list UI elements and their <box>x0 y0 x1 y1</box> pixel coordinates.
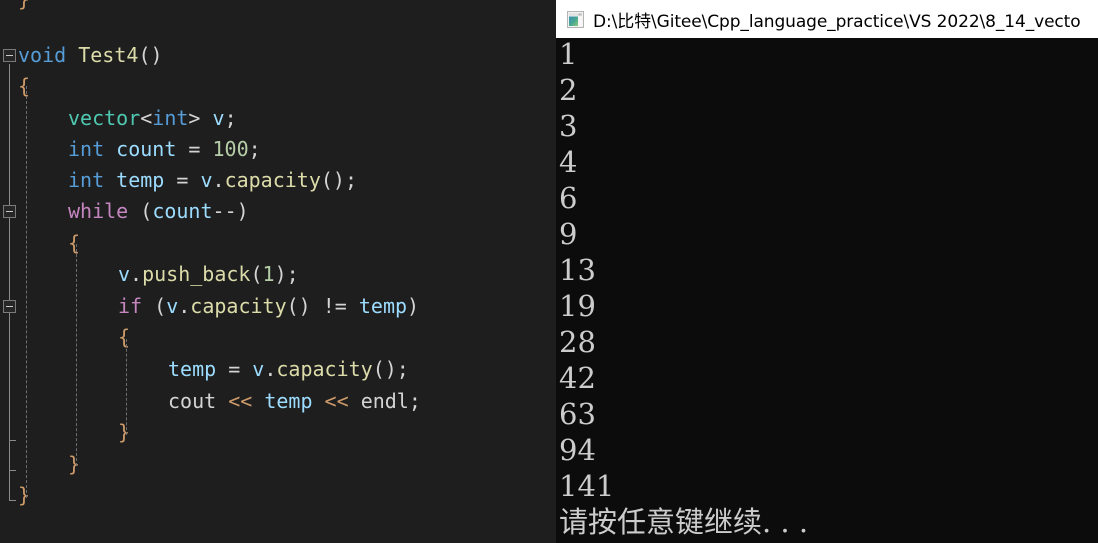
console-output-line: 94 <box>559 433 596 467</box>
console-output-line: 28 <box>559 325 596 359</box>
console-output-line: 13 <box>559 253 596 287</box>
fold-region-end-tick <box>9 500 16 501</box>
console-output-line: 1 <box>559 38 578 71</box>
console-output-line: 9 <box>559 217 578 251</box>
console-output-line: 141 <box>559 469 615 503</box>
fold-region-end-tick <box>9 440 16 441</box>
screen-root: }void Test4(){vector<int> v;int count = … <box>0 0 1098 543</box>
indent-guide <box>26 86 27 498</box>
console-output-line: 4 <box>559 145 578 179</box>
console-output-line: 63 <box>559 397 596 431</box>
console-window-icon <box>567 10 584 28</box>
indent-guide <box>126 339 127 435</box>
console-output-line: 2 <box>559 73 578 107</box>
folding-gutter[interactable] <box>0 0 556 543</box>
console-output-line: 19 <box>559 289 596 323</box>
indent-guide <box>76 244 77 466</box>
console-output-line: 42 <box>559 361 596 395</box>
fold-toggle-if[interactable] <box>3 300 16 313</box>
console-pane[interactable]: D:\比特\Gitee\Cpp_language_practice\VS 202… <box>556 0 1098 543</box>
console-output-line: 请按任意键继续. . . <box>559 505 809 539</box>
fold-toggle-function[interactable] <box>3 49 16 62</box>
console-output-line: 3 <box>559 109 578 143</box>
console-output-area[interactable]: 1 2 3 4 6 9 13 19 28 42 63 94 141 请按任意键继续. . . <box>556 38 1098 543</box>
fold-region-line <box>9 315 10 440</box>
code-editor-pane[interactable]: }void Test4(){vector<int> v;int count = … <box>0 0 556 543</box>
fold-toggle-while[interactable] <box>3 205 16 218</box>
console-title-text: D:\比特\Gitee\Cpp_language_practice\VS 202… <box>593 11 1081 32</box>
console-titlebar[interactable]: D:\比特\Gitee\Cpp_language_practice\VS 202… <box>556 0 1098 38</box>
fold-region-end-tick <box>9 470 16 471</box>
console-output-line: 6 <box>559 181 578 215</box>
